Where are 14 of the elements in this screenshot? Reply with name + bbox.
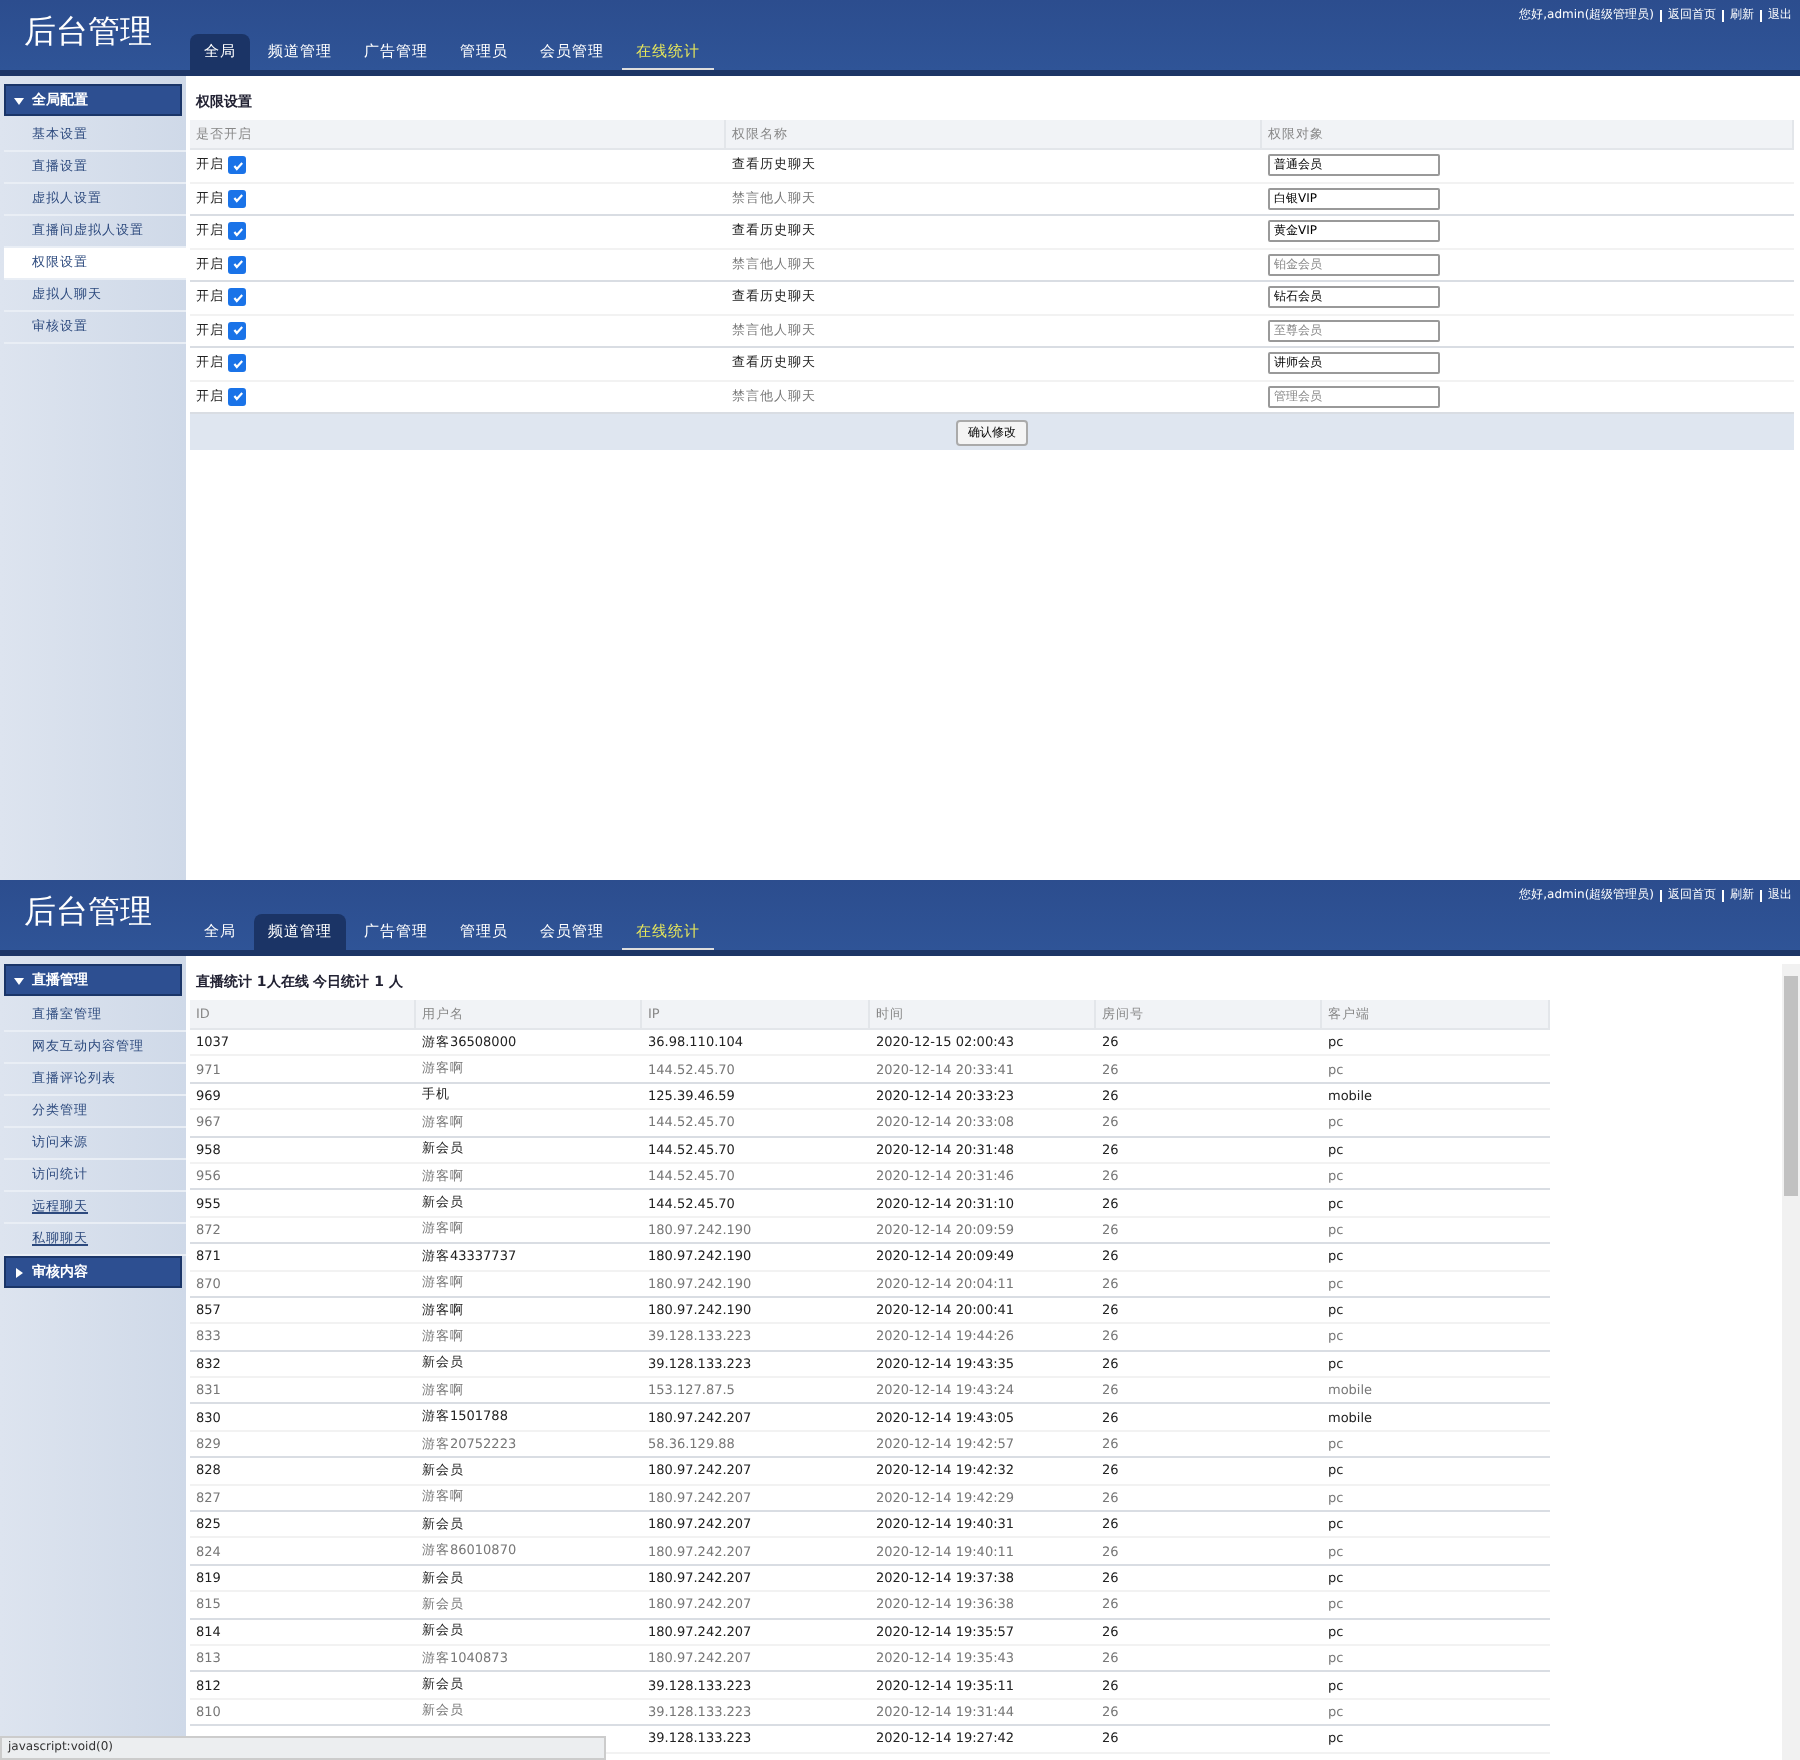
- checkbox[interactable]: [228, 288, 246, 307]
- scrollbar[interactable]: [1782, 964, 1800, 1760]
- caret-down-icon: [14, 975, 24, 985]
- checkbox[interactable]: [228, 387, 246, 406]
- app-title: 后台管理: [22, 890, 154, 934]
- checkbox[interactable]: [228, 189, 246, 208]
- checkbox[interactable]: [228, 354, 246, 373]
- app-title: 后台管理: [22, 10, 154, 54]
- checkbox[interactable]: [228, 156, 246, 175]
- caret-down-icon: [14, 95, 24, 105]
- caret-right-icon: [14, 1267, 24, 1277]
- checkbox[interactable]: [228, 321, 246, 340]
- checkbox[interactable]: [228, 222, 246, 241]
- checkbox[interactable]: [228, 255, 246, 274]
